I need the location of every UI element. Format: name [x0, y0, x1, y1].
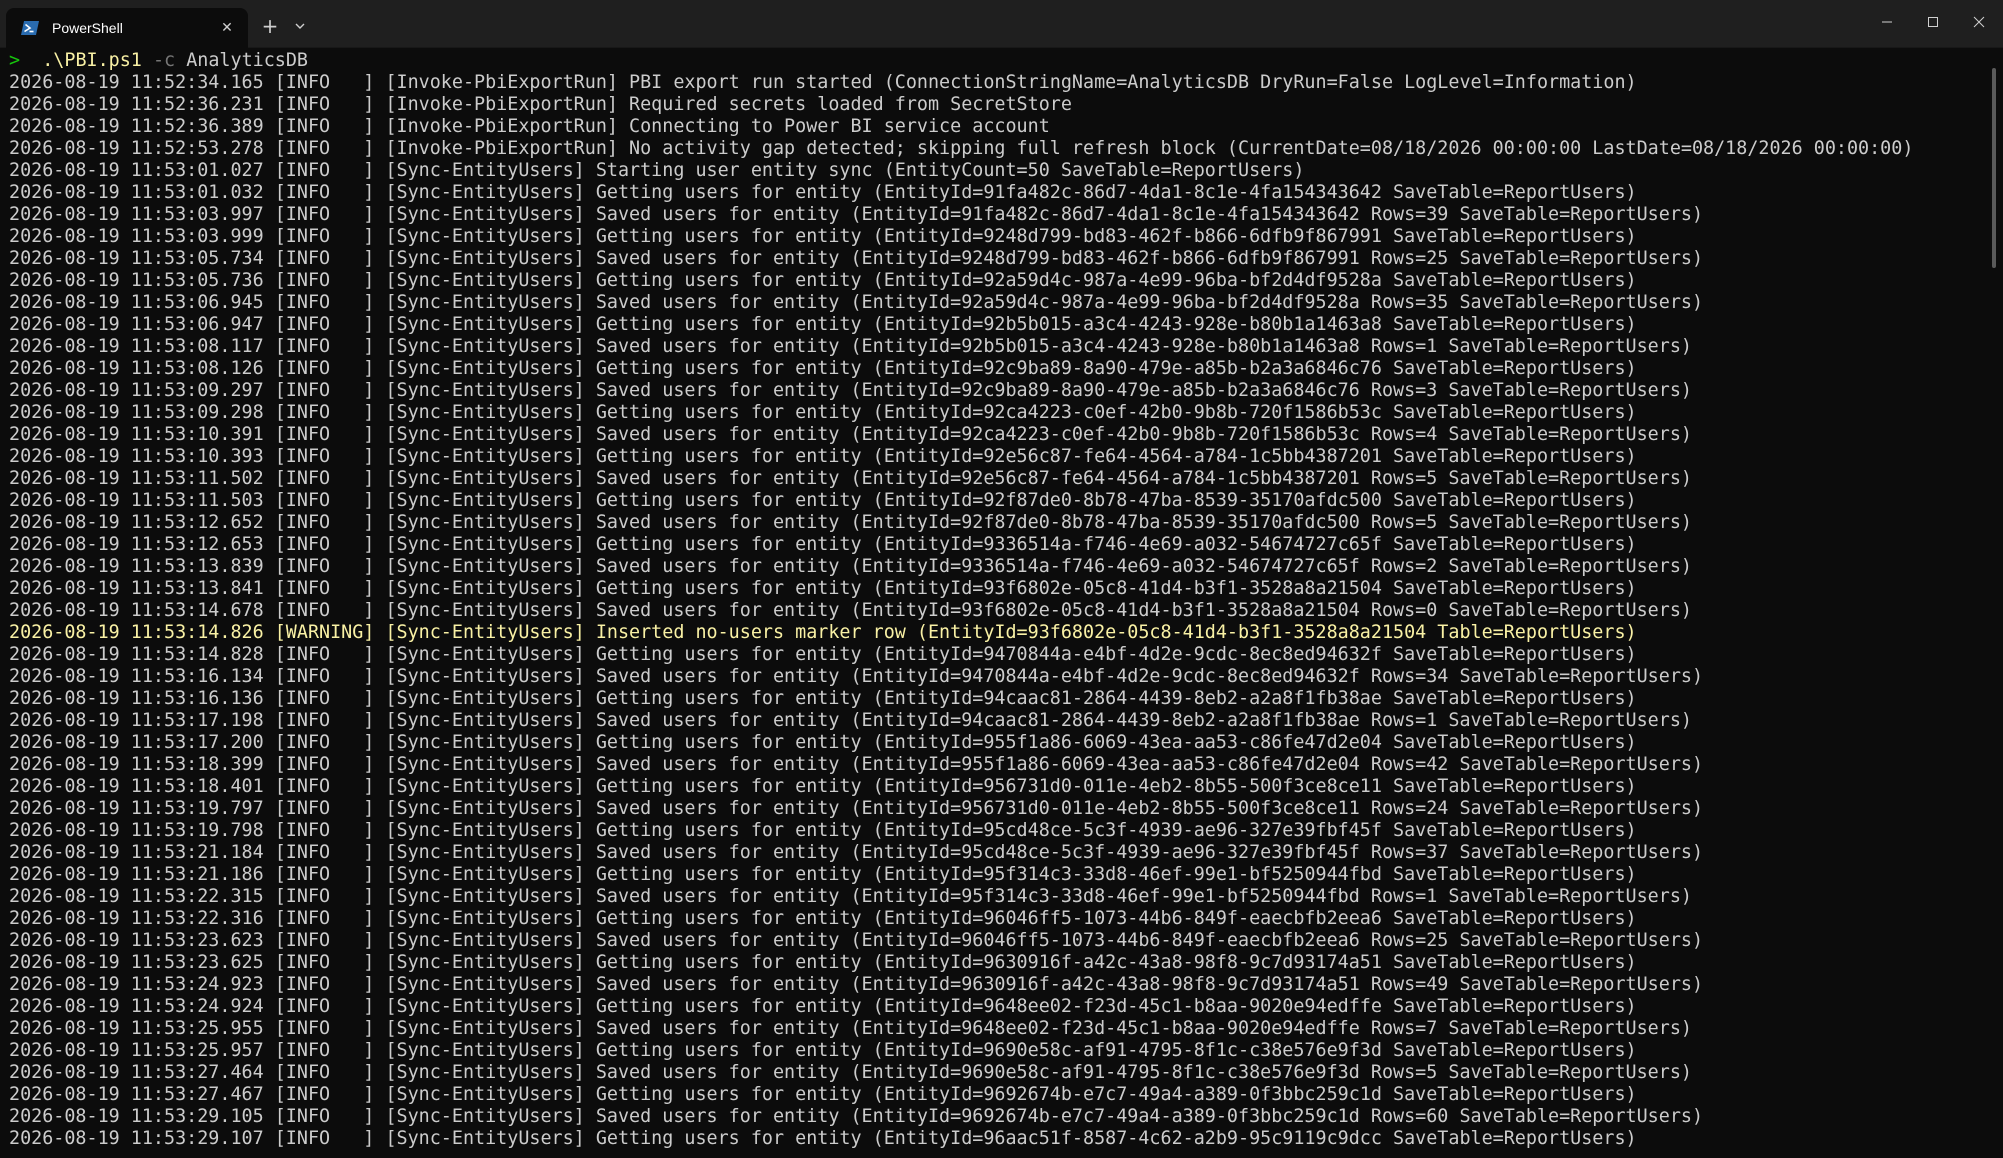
close-window-button[interactable]: [1956, 0, 2002, 44]
log-line: 2026-08-19 11:52:36.231 [INFO ] [Invoke-…: [9, 94, 1072, 115]
log-line: 2026-08-19 11:53:18.401 [INFO ] [Sync-En…: [9, 776, 1637, 797]
log-line: 2026-08-19 11:53:25.957 [INFO ] [Sync-En…: [9, 1040, 1637, 1061]
log-line: 2026-08-19 11:53:22.315 [INFO ] [Sync-En…: [9, 886, 1692, 907]
new-tab-button[interactable]: +: [256, 12, 284, 40]
powershell-icon: [20, 20, 40, 36]
log-line: 2026-08-19 11:53:12.652 [INFO ] [Sync-En…: [9, 512, 1692, 533]
log-lines: 2026-08-19 11:52:34.165 [INFO ] [Invoke-…: [9, 72, 1988, 1150]
log-line: 2026-08-19 11:53:10.393 [INFO ] [Sync-En…: [9, 446, 1637, 467]
tab-title: PowerShell: [52, 20, 123, 36]
maximize-button[interactable]: [1910, 0, 1956, 44]
prompt-arrow: >: [9, 50, 21, 71]
log-line: 2026-08-19 11:53:29.105 [INFO ] [Sync-En…: [9, 1106, 1704, 1127]
log-line: 2026-08-19 11:52:53.278 [INFO ] [Invoke-…: [9, 138, 1914, 159]
log-line: 2026-08-19 11:53:18.399 [INFO ] [Sync-En…: [9, 754, 1704, 775]
log-line: 2026-08-19 11:53:13.841 [INFO ] [Sync-En…: [9, 578, 1637, 599]
scrollbar-thumb[interactable]: [1992, 68, 1996, 268]
log-line: 2026-08-19 11:53:09.298 [INFO ] [Sync-En…: [9, 402, 1637, 423]
log-line: 2026-08-19 11:53:08.126 [INFO ] [Sync-En…: [9, 358, 1637, 379]
log-line: 2026-08-19 11:53:11.502 [INFO ] [Sync-En…: [9, 468, 1692, 489]
log-line: 2026-08-19 11:53:05.734 [INFO ] [Sync-En…: [9, 248, 1704, 269]
prompt-argument: AnalyticsDB: [186, 50, 308, 71]
close-tab-icon[interactable]: ✕: [216, 17, 238, 39]
log-line: 2026-08-19 11:53:08.117 [INFO ] [Sync-En…: [9, 336, 1692, 357]
minimize-button[interactable]: [1864, 0, 1910, 44]
log-line: 2026-08-19 11:53:10.391 [INFO ] [Sync-En…: [9, 424, 1692, 445]
log-line: 2026-08-19 11:53:01.032 [INFO ] [Sync-En…: [9, 182, 1637, 203]
log-line: 2026-08-19 11:52:34.165 [INFO ] [Invoke-…: [9, 72, 1637, 93]
scrollbar[interactable]: [1992, 52, 1998, 1152]
log-line: 2026-08-19 11:53:09.297 [INFO ] [Sync-En…: [9, 380, 1692, 401]
log-line: 2026-08-19 11:53:29.107 [INFO ] [Sync-En…: [9, 1128, 1637, 1149]
log-line: 2026-08-19 11:53:06.947 [INFO ] [Sync-En…: [9, 314, 1637, 335]
log-line: 2026-08-19 11:53:21.184 [INFO ] [Sync-En…: [9, 842, 1704, 863]
log-line: 2026-08-19 11:53:25.955 [INFO ] [Sync-En…: [9, 1018, 1692, 1039]
log-line: 2026-08-19 11:53:24.924 [INFO ] [Sync-En…: [9, 996, 1637, 1017]
log-line: 2026-08-19 11:53:23.625 [INFO ] [Sync-En…: [9, 952, 1637, 973]
log-line: 2026-08-19 11:53:17.198 [INFO ] [Sync-En…: [9, 710, 1692, 731]
prompt-command: .\PBI.ps1: [42, 50, 142, 71]
log-line: 2026-08-19 11:53:24.923 [INFO ] [Sync-En…: [9, 974, 1704, 995]
log-line: 2026-08-19 11:52:36.389 [INFO ] [Invoke-…: [9, 116, 1050, 137]
log-line: 2026-08-19 11:53:05.736 [INFO ] [Sync-En…: [9, 270, 1637, 291]
prompt-flag: -c: [152, 50, 176, 71]
log-line: 2026-08-19 11:53:19.797 [INFO ] [Sync-En…: [9, 798, 1704, 819]
log-line: 2026-08-19 11:53:03.997 [INFO ] [Sync-En…: [9, 204, 1704, 225]
log-line: 2026-08-19 11:53:13.839 [INFO ] [Sync-En…: [9, 556, 1692, 577]
log-line-warning: 2026-08-19 11:53:14.826 [WARNING] [Sync-…: [9, 622, 1637, 643]
tab-powershell[interactable]: PowerShell ✕: [6, 8, 248, 48]
log-line: 2026-08-19 11:53:21.186 [INFO ] [Sync-En…: [9, 864, 1637, 885]
log-line: 2026-08-19 11:53:27.464 [INFO ] [Sync-En…: [9, 1062, 1692, 1083]
log-line: 2026-08-19 11:53:06.945 [INFO ] [Sync-En…: [9, 292, 1704, 313]
log-line: 2026-08-19 11:53:27.467 [INFO ] [Sync-En…: [9, 1084, 1637, 1105]
chevron-down-icon[interactable]: [288, 12, 312, 40]
log-line: 2026-08-19 11:53:16.136 [INFO ] [Sync-En…: [9, 688, 1637, 709]
log-line: 2026-08-19 11:53:12.653 [INFO ] [Sync-En…: [9, 534, 1637, 555]
log-line: 2026-08-19 11:53:16.134 [INFO ] [Sync-En…: [9, 666, 1704, 687]
log-line: 2026-08-19 11:53:23.623 [INFO ] [Sync-En…: [9, 930, 1704, 951]
log-line: 2026-08-19 11:53:14.828 [INFO ] [Sync-En…: [9, 644, 1637, 665]
terminal-output[interactable]: > .\PBI.ps1 -c AnalyticsDB 2026-08-19 11…: [0, 48, 1988, 1158]
log-line: 2026-08-19 11:53:11.503 [INFO ] [Sync-En…: [9, 490, 1637, 511]
log-line: 2026-08-19 11:53:14.678 [INFO ] [Sync-En…: [9, 600, 1692, 621]
log-line: 2026-08-19 11:53:03.999 [INFO ] [Sync-En…: [9, 226, 1637, 247]
title-bar: PowerShell ✕ +: [0, 0, 2003, 48]
log-line: 2026-08-19 11:53:22.316 [INFO ] [Sync-En…: [9, 908, 1637, 929]
log-line: 2026-08-19 11:53:19.798 [INFO ] [Sync-En…: [9, 820, 1637, 841]
log-line: 2026-08-19 11:53:17.200 [INFO ] [Sync-En…: [9, 732, 1637, 753]
log-line: 2026-08-19 11:53:01.027 [INFO ] [Sync-En…: [9, 160, 1305, 181]
prompt-line: > .\PBI.ps1 -c AnalyticsDB: [9, 50, 1988, 72]
